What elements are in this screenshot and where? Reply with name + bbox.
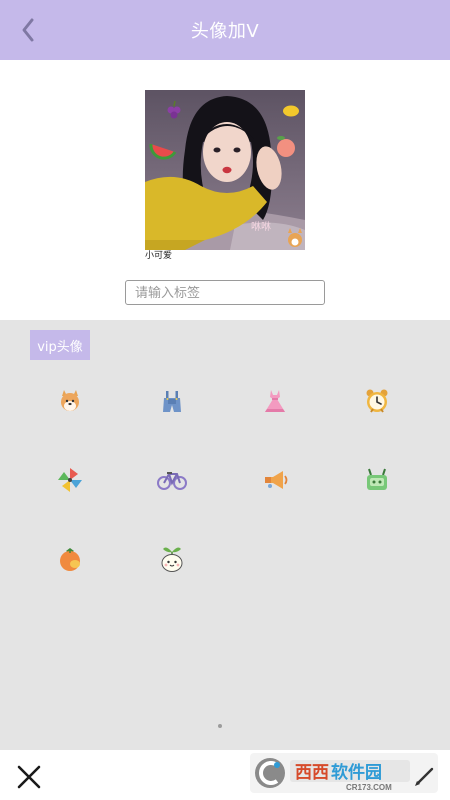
pink-dress-icon bbox=[265, 390, 285, 412]
pinwheel-icon bbox=[58, 468, 82, 492]
sticker-sprout-bun[interactable] bbox=[154, 541, 190, 577]
sticker-alarm-clock[interactable] bbox=[359, 383, 395, 419]
overalls-icon bbox=[163, 391, 181, 412]
svg-text:西西: 西西 bbox=[295, 763, 329, 783]
photo-sticker-text: 咻咻 bbox=[251, 220, 271, 233]
bicycle-icon bbox=[157, 472, 187, 490]
avatar-caption: 小可爱 bbox=[145, 251, 173, 261]
close-button[interactable] bbox=[14, 762, 44, 792]
tab-vip-avatar[interactable]: vip头像 bbox=[30, 330, 90, 360]
svg-text:CR173.COM: CR173.COM bbox=[346, 783, 392, 792]
sticker-green-cup[interactable] bbox=[359, 462, 395, 498]
sticker-dress[interactable] bbox=[257, 383, 293, 419]
alarm-clock-icon bbox=[366, 389, 388, 413]
avatar-v-screen: 头像加V 咻咻 小可爱 请输入标签 vip头像 西西 软件园 CR173.COM bbox=[0, 0, 450, 800]
sprout-bun-icon bbox=[161, 547, 183, 572]
tag-input[interactable] bbox=[125, 280, 325, 305]
green-cup-icon bbox=[367, 468, 387, 490]
header-bar: 头像加V bbox=[0, 0, 450, 60]
sticker-bicycle[interactable] bbox=[154, 462, 190, 498]
sticker-megaphone[interactable] bbox=[257, 462, 293, 498]
svg-text:软件园: 软件园 bbox=[331, 762, 382, 783]
sticker-corgi[interactable] bbox=[52, 383, 88, 419]
site-watermark-logo: 西西 软件园 CR173.COM bbox=[250, 753, 438, 793]
sticker-pinwheel[interactable] bbox=[52, 462, 88, 498]
close-icon bbox=[17, 765, 41, 789]
back-button[interactable] bbox=[14, 14, 42, 46]
page-title: 头像加V bbox=[190, 21, 260, 42]
lemon-sticker bbox=[283, 105, 299, 117]
page-indicator-dot bbox=[218, 724, 222, 728]
sticker-overalls[interactable] bbox=[154, 383, 190, 419]
persimmon-icon bbox=[60, 548, 80, 571]
megaphone-icon bbox=[265, 471, 288, 489]
avatar-preview-image: 咻咻 bbox=[145, 90, 305, 250]
sticker-persimmon[interactable] bbox=[52, 541, 88, 577]
corgi-dog-icon bbox=[61, 390, 79, 411]
chevron-left-icon bbox=[22, 18, 34, 42]
